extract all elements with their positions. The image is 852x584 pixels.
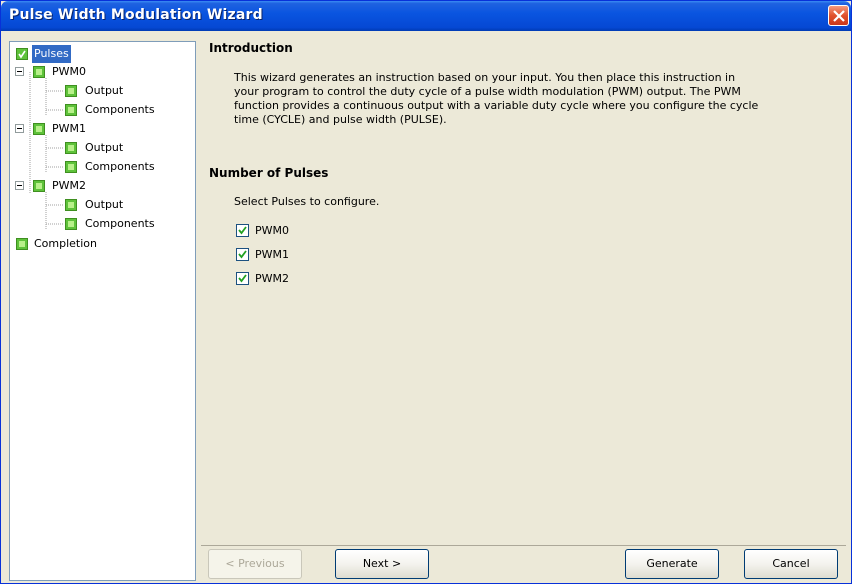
node-icon — [65, 104, 77, 116]
tree-item-label: PWM0 — [52, 65, 86, 78]
wizard-content: Introduction This wizard generates an in… — [201, 41, 846, 545]
node-icon — [33, 66, 45, 78]
generate-button[interactable]: Generate — [625, 549, 719, 579]
tree-item-label: PWM1 — [52, 122, 86, 135]
tree-item-pwm1-output[interactable]: Output — [10, 139, 195, 157]
navigation-tree[interactable]: Pulses PWM0 Output Components PWM1 Outpu… — [9, 41, 196, 581]
close-button[interactable] — [828, 5, 849, 26]
tree-item-label: Components — [85, 103, 155, 116]
title-bar[interactable]: Pulse Width Modulation Wizard — [1, 1, 851, 31]
node-icon — [65, 161, 77, 173]
tree-item-label: Components — [85, 160, 155, 173]
footer-divider — [201, 545, 846, 546]
tree-item-completion[interactable]: Completion — [10, 235, 195, 253]
tree-item-pwm1-components[interactable]: Components — [10, 158, 195, 176]
intro-heading: Introduction — [209, 41, 293, 55]
checkbox-box[interactable] — [236, 248, 249, 261]
node-icon — [65, 142, 77, 154]
collapse-icon[interactable] — [15, 67, 24, 76]
tree-item-pwm1[interactable]: PWM1 — [10, 120, 195, 138]
tree-item-pwm0-output[interactable]: Output — [10, 82, 195, 100]
tree-item-pwm2-output[interactable]: Output — [10, 196, 195, 214]
node-icon — [33, 180, 45, 192]
close-icon — [833, 10, 845, 22]
node-icon — [65, 199, 77, 211]
window-title: Pulse Width Modulation Wizard — [9, 7, 263, 23]
checkbox-label: PWM0 — [255, 224, 289, 237]
tree-item-pulses[interactable]: Pulses — [10, 45, 195, 63]
previous-button[interactable]: < Previous — [208, 549, 302, 579]
cancel-button[interactable]: Cancel — [744, 549, 838, 579]
tree-item-label: Output — [85, 84, 124, 97]
tree-item-label: Components — [85, 217, 155, 230]
pulses-prompt: Select Pulses to configure. — [234, 195, 380, 208]
next-button[interactable]: Next > — [335, 549, 429, 579]
tree-item-pwm0[interactable]: PWM0 — [10, 63, 195, 81]
node-icon — [65, 218, 77, 230]
node-icon — [16, 238, 28, 250]
collapse-icon[interactable] — [15, 181, 24, 190]
node-icon — [65, 85, 77, 97]
tree-item-label: PWM2 — [52, 179, 86, 192]
intro-line-3: function provides a continuous output wi… — [234, 99, 759, 112]
tree-item-pwm2-components[interactable]: Components — [10, 215, 195, 233]
tree-item-label: Completion — [34, 237, 98, 250]
collapse-icon[interactable] — [15, 124, 24, 133]
wizard-window: Pulse Width Modulation Wizard Pulses PWM… — [0, 0, 852, 584]
checkbox-box[interactable] — [236, 272, 249, 285]
intro-line-4: time (CYCLE) and pulse width (PULSE). — [234, 113, 447, 126]
checkmark-icon — [238, 250, 247, 259]
checkbox-label: PWM2 — [255, 272, 289, 285]
tree-item-label: Output — [85, 198, 124, 211]
intro-line-1: This wizard generates an instruction bas… — [234, 71, 736, 84]
checkmark-icon — [238, 226, 247, 235]
tree-item-pwm0-components[interactable]: Components — [10, 101, 195, 119]
tree-item-label: Output — [85, 141, 124, 154]
checkmark-icon — [238, 274, 247, 283]
tree-item-label: Pulses — [32, 45, 71, 63]
checkbox-label: PWM1 — [255, 248, 289, 261]
tree-item-pwm2[interactable]: PWM2 — [10, 177, 195, 195]
checkbox-box[interactable] — [236, 224, 249, 237]
intro-line-2: your program to control the duty cycle o… — [234, 85, 741, 98]
node-icon — [33, 123, 45, 135]
pulses-heading: Number of Pulses — [209, 166, 329, 180]
check-icon — [16, 48, 28, 60]
